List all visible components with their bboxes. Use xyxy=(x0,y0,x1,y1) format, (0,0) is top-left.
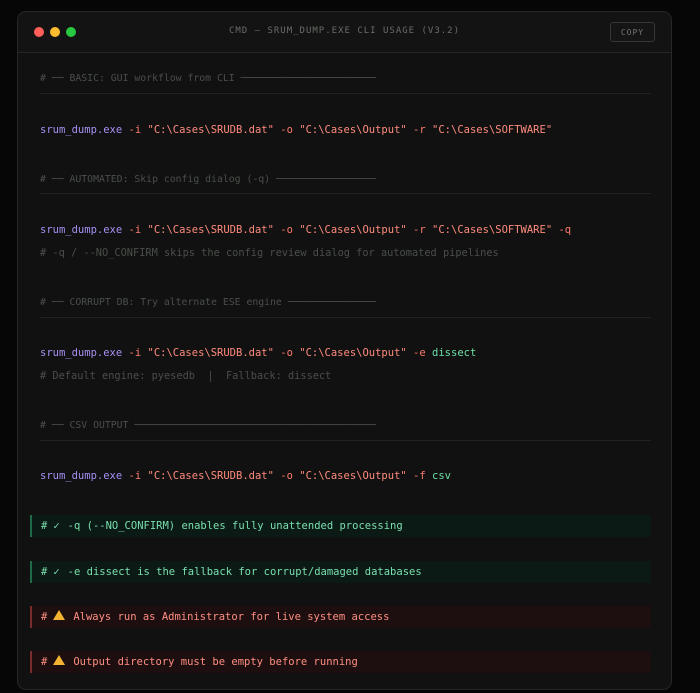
output-path: "C:\Cases\Output" xyxy=(299,347,407,359)
terminal-window: CMD — SRUM_DUMP.EXE CLI USAGE (V3.2) COP… xyxy=(17,11,672,690)
output-flag: -o xyxy=(280,124,293,136)
callout-text: Always run as Administrator for live sys… xyxy=(73,611,390,623)
callout-text: Output directory must be empty before ru… xyxy=(73,656,358,668)
comment-hash: # xyxy=(41,656,48,668)
command-exe: srum_dump.exe xyxy=(40,224,123,236)
input-path: "C:\Cases\SRUDB.dat" xyxy=(147,224,274,236)
input-flag: -i xyxy=(128,124,142,136)
command-exe: srum_dump.exe xyxy=(40,124,123,136)
input-flag: -i xyxy=(128,224,142,236)
check-icon: ✓ xyxy=(53,566,60,578)
input-path: "C:\Cases\SRUDB.dat" xyxy=(147,124,274,136)
warning-icon xyxy=(53,654,66,669)
callout-warning: # Always run as Administrator for live s… xyxy=(30,606,651,628)
input-path: "C:\Cases\SRUDB.dat" xyxy=(147,470,274,482)
section-header-corrupt-db: # ── CORRUPT DB: Try alternate ESE engin… xyxy=(40,297,377,308)
command-line-csv-output: srum_dump.exe -i "C:\Cases\SRUDB.dat" -o… xyxy=(40,469,451,483)
command-line-corrupt-db: srum_dump.exe -i "C:\Cases\SRUDB.dat" -o… xyxy=(40,346,476,360)
output-path: "C:\Cases\Output" xyxy=(299,224,407,236)
copy-button[interactable]: COPY xyxy=(610,22,655,42)
output-path: "C:\Cases\Output" xyxy=(299,470,407,482)
output-flag: -o xyxy=(280,470,293,482)
comment-line: # Default engine: pyesedb | Fallback: di… xyxy=(40,370,332,382)
output-flag: -o xyxy=(280,347,293,359)
registry-path: "C:\Cases\SOFTWARE" xyxy=(432,224,553,236)
command-line-automated: srum_dump.exe -i "C:\Cases\SRUDB.dat" -o… xyxy=(40,223,571,237)
warning-icon xyxy=(53,609,66,624)
section-header-automated: # ── AUTOMATED: Skip config dialog (-q) … xyxy=(40,174,377,185)
engine-value: dissect xyxy=(432,347,477,359)
command-exe: srum_dump.exe xyxy=(40,470,123,482)
input-flag: -i xyxy=(128,470,142,482)
divider xyxy=(40,193,651,194)
window-title: CMD — SRUM_DUMP.EXE CLI USAGE (V3.2) xyxy=(228,26,461,36)
output-flag: -o xyxy=(280,224,293,236)
callout-text: -e dissect is the fallback for corrupt/d… xyxy=(67,566,422,578)
section-header-csv-output: # ── CSV OUTPUT ────────────────────────… xyxy=(40,420,377,431)
registry-flag: -r xyxy=(413,224,426,236)
format-flag: -f xyxy=(413,470,426,482)
registry-path: "C:\Cases\SOFTWARE" xyxy=(432,124,553,136)
check-icon: ✓ xyxy=(53,520,60,532)
callout-text: -q (--NO_CONFIRM) enables fully unattend… xyxy=(67,520,403,532)
quiet-flag: -q xyxy=(558,224,572,236)
divider xyxy=(40,93,651,94)
comment-line: # -q / --NO_CONFIRM skips the config rev… xyxy=(40,247,499,259)
comment-hash: # xyxy=(41,520,48,532)
divider xyxy=(40,317,651,318)
title-bar: CMD — SRUM_DUMP.EXE CLI USAGE (V3.2) COP… xyxy=(18,12,671,53)
section-header-basic: # ── BASIC: GUI workflow from CLI ──────… xyxy=(40,73,377,84)
engine-flag: -e xyxy=(413,347,426,359)
input-path: "C:\Cases\SRUDB.dat" xyxy=(147,347,274,359)
comment-hash: # xyxy=(41,566,48,578)
divider xyxy=(40,440,651,441)
callout-warning: # Output directory must be empty before … xyxy=(30,651,651,673)
format-value: csv xyxy=(432,470,451,482)
callout-success: # ✓ -e dissect is the fallback for corru… xyxy=(30,561,651,583)
command-exe: srum_dump.exe xyxy=(40,347,123,359)
output-path: "C:\Cases\Output" xyxy=(299,124,407,136)
comment-hash: # xyxy=(41,611,48,623)
callout-success: # ✓ -q (--NO_CONFIRM) enables fully unat… xyxy=(30,515,651,537)
input-flag: -i xyxy=(128,347,142,359)
command-line-basic: srum_dump.exe -i "C:\Cases\SRUDB.dat" -o… xyxy=(40,123,552,137)
registry-flag: -r xyxy=(413,124,426,136)
